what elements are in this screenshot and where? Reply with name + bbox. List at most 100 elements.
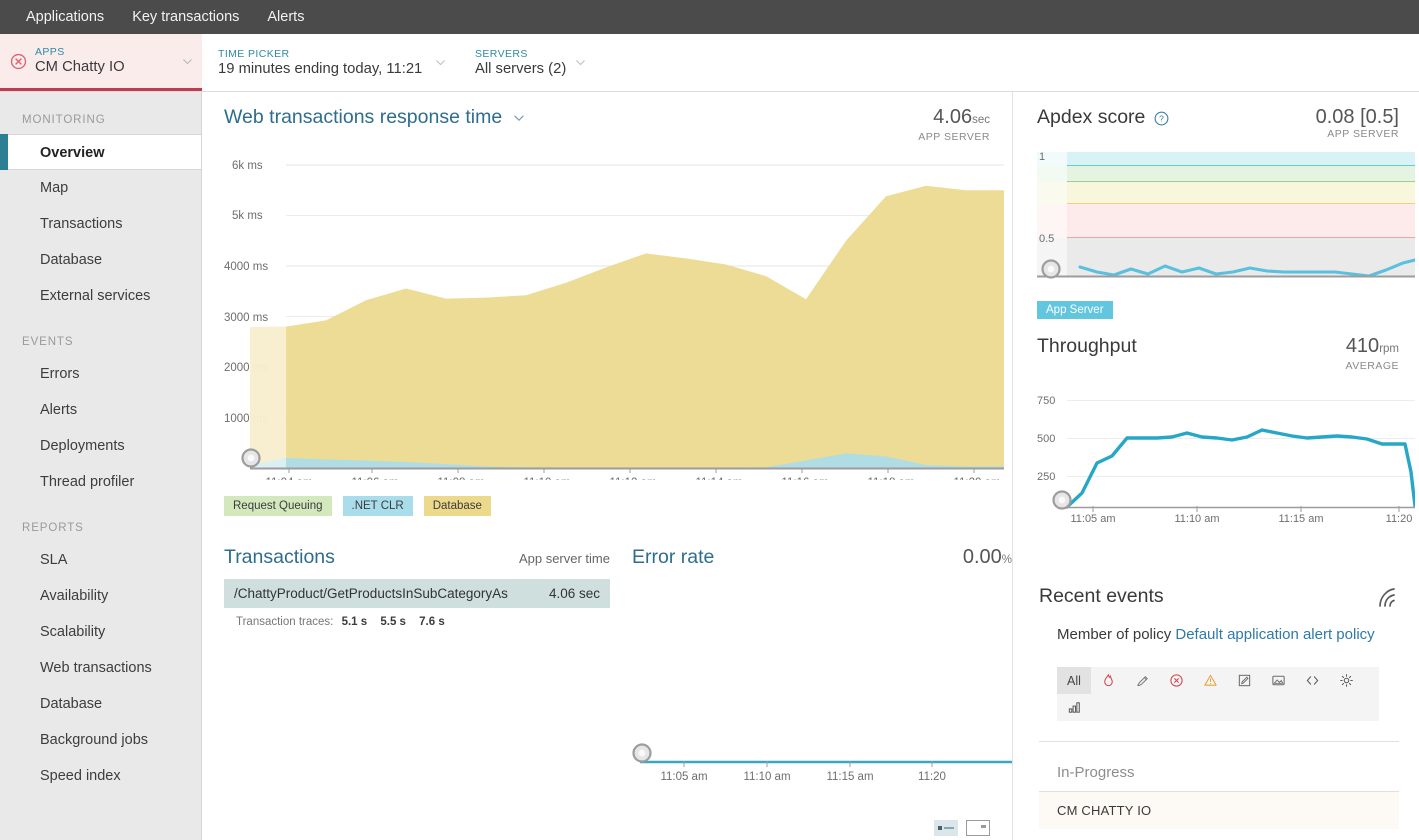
- throughput-value-row: 410rpm: [1345, 335, 1399, 360]
- in-progress-title: In-Progress: [1039, 741, 1399, 791]
- throughput-scrub-handle[interactable]: [1052, 490, 1072, 510]
- recent-events-policy-link[interactable]: Default application alert policy: [1175, 626, 1374, 643]
- error-rate-title[interactable]: Error rate: [632, 546, 714, 569]
- time-picker-body: TIME PICKER 19 minutes ending today, 11:…: [218, 48, 434, 78]
- apdex-scrub-handle[interactable]: [1041, 259, 1061, 279]
- sidebar-item-web-transactions[interactable]: Web transactions: [0, 650, 201, 686]
- sidebar-item-errors[interactable]: Errors: [0, 356, 201, 392]
- response-time-metric: 4.06sec APP SERVER: [918, 106, 990, 143]
- help-question-icon[interactable]: ?: [1154, 111, 1169, 126]
- servers-picker[interactable]: SERVERS All servers (2): [459, 34, 599, 91]
- throughput-x-labels: 11:05 am 11:10 am 11:15 am 11:20: [1070, 513, 1412, 525]
- event-filter-all[interactable]: All: [1057, 667, 1091, 694]
- sidebar-item-alerts[interactable]: Alerts: [0, 392, 201, 428]
- chart-view-grid-button[interactable]: [966, 820, 990, 836]
- svg-text:11:14 am: 11:14 am: [695, 477, 742, 480]
- sidebar-item-scalability[interactable]: Scalability: [0, 614, 201, 650]
- sidebar-item-deployments[interactable]: Deployments: [0, 428, 201, 464]
- event-filter-flame[interactable]: [1091, 667, 1125, 694]
- error-rate-header: Error rate 0.00%: [632, 546, 1012, 571]
- sidebar-item-background-jobs[interactable]: Background jobs: [0, 722, 201, 758]
- svg-text:4000 ms: 4000 ms: [224, 261, 268, 273]
- error-rate-chart[interactable]: 11:05 am 11:10 am 11:15 am 11:20: [632, 575, 1012, 790]
- sidebar-item-database[interactable]: Database: [0, 242, 201, 278]
- error-rate-unit: %: [1001, 554, 1012, 566]
- transaction-trace-3[interactable]: 7.6 s: [419, 616, 445, 628]
- nav-alerts[interactable]: Alerts: [253, 0, 318, 34]
- time-picker[interactable]: TIME PICKER 19 minutes ending today, 11:…: [202, 34, 459, 91]
- main-column: Web transactions response time 4.06sec A…: [202, 92, 1012, 840]
- apps-picker-label: APPS: [35, 46, 65, 58]
- rss-icon[interactable]: [1373, 585, 1399, 611]
- throughput-panel: Throughput 410rpm AVERAGE 750 500 250 11…: [1013, 319, 1419, 527]
- transaction-trace-2[interactable]: 5.5 s: [380, 616, 406, 628]
- sidebar-item-transactions[interactable]: Transactions: [0, 206, 201, 242]
- chart-view-list-button[interactable]: [934, 820, 958, 836]
- sidebar-item-sla[interactable]: SLA: [0, 542, 201, 578]
- svg-text:6k ms: 6k ms: [232, 160, 263, 172]
- chevron-down-icon: [436, 60, 445, 66]
- throughput-title: Throughput: [1037, 335, 1137, 357]
- response-time-header: Web transactions response time 4.06sec A…: [224, 106, 990, 143]
- transaction-trace-1[interactable]: 5.1 s: [342, 616, 368, 628]
- event-filter-marker[interactable]: [1125, 667, 1159, 694]
- error-circle-icon: [1169, 674, 1183, 687]
- event-filter-warning[interactable]: [1193, 667, 1227, 694]
- legend-dotnet-clr[interactable]: .NET CLR: [342, 496, 413, 516]
- nav-applications[interactable]: Applications: [12, 0, 118, 34]
- list-item[interactable]: CM CHATTY IO: [1039, 791, 1399, 829]
- sidebar-group-monitoring: MONITORING: [22, 114, 106, 126]
- throughput-chart[interactable]: 750 500 250 11:05 am 11:10 am 11:15 am 1…: [1037, 382, 1417, 525]
- apdex-legend-app-server[interactable]: App Server: [1037, 301, 1113, 319]
- apdex-panel: Apdex score ? 0.08 [0.5] APP SERVER 1 0.…: [1013, 92, 1419, 319]
- svg-text:1: 1: [1039, 151, 1045, 163]
- event-filter-code[interactable]: [1295, 667, 1329, 694]
- error-rate-metric: 0.00%: [963, 546, 1012, 571]
- transactions-panel: Transactions App server time /ChattyProd…: [224, 546, 624, 795]
- sidebar-item-database-report[interactable]: Database: [0, 686, 201, 722]
- event-filter-deploy[interactable]: [1261, 667, 1295, 694]
- transaction-traces-label: Transaction traces:: [236, 616, 334, 628]
- svg-text:11:12 am: 11:12 am: [609, 477, 656, 480]
- sidebar-item-overview[interactable]: Overview: [0, 134, 201, 170]
- chart-scrub-handle[interactable]: [241, 448, 261, 468]
- apdex-chart[interactable]: 1 0.5: [1037, 148, 1417, 288]
- sidebar-group-reports: REPORTS: [22, 522, 84, 534]
- event-filter-note[interactable]: [1227, 667, 1261, 694]
- response-time-chart[interactable]: 6k ms 5k ms 4000 ms 3000 ms 2000 ms 1000…: [224, 155, 1004, 480]
- nav-key-transactions[interactable]: Key transactions: [118, 0, 253, 34]
- legend-request-queuing[interactable]: Request Queuing: [224, 496, 332, 516]
- apps-picker[interactable]: APPS CM Chatty IO: [0, 34, 202, 91]
- sidebar-item-speed-index[interactable]: Speed index: [0, 758, 201, 794]
- sidebar-item-availability[interactable]: Availability: [0, 578, 201, 614]
- apdex-header: Apdex score ? 0.08 [0.5] APP SERVER: [1037, 106, 1399, 140]
- event-filter-settings[interactable]: [1329, 667, 1363, 694]
- flame-icon: [1103, 673, 1113, 687]
- event-filter-error[interactable]: [1159, 667, 1193, 694]
- sidebar-item-map[interactable]: Map: [0, 170, 201, 206]
- transactions-title[interactable]: Transactions: [224, 546, 335, 569]
- picker-bar: APPS CM Chatty IO TIME PICKER 19 minutes…: [0, 34, 1419, 92]
- table-row[interactable]: /ChattyProduct/GetProductsInSubCategoryA…: [224, 579, 610, 608]
- event-filter-metrics[interactable]: [1057, 694, 1091, 721]
- error-rate-scrub-handle[interactable]: [632, 743, 652, 763]
- svg-text:11:16 am: 11:16 am: [781, 477, 828, 480]
- sidebar-item-external-services[interactable]: External services: [0, 278, 201, 314]
- legend-database[interactable]: Database: [423, 496, 491, 516]
- apps-picker-body: APPS CM Chatty IO: [35, 46, 181, 76]
- chevron-down-icon[interactable]: [512, 111, 526, 125]
- throughput-y-labels: 750 500 250: [1037, 395, 1055, 483]
- svg-text:0.5: 0.5: [1039, 233, 1054, 245]
- transactions-header: Transactions App server time: [224, 546, 610, 569]
- sidebar-group-events: EVENTS: [22, 336, 74, 348]
- gear-icon: [1339, 674, 1353, 687]
- marker-icon: [1136, 676, 1148, 687]
- throughput-value: 410: [1345, 335, 1380, 357]
- response-time-title[interactable]: Web transactions response time: [224, 106, 502, 129]
- recent-events-title: Recent events: [1039, 585, 1164, 607]
- bar-chart-icon: [1068, 702, 1080, 713]
- app-shell: MONITORING Overview Map Transactions Dat…: [0, 92, 1419, 840]
- svg-text:11:08 am: 11:08 am: [437, 477, 484, 480]
- note-edit-icon: [1238, 674, 1250, 687]
- sidebar-item-thread-profiler[interactable]: Thread profiler: [0, 464, 201, 500]
